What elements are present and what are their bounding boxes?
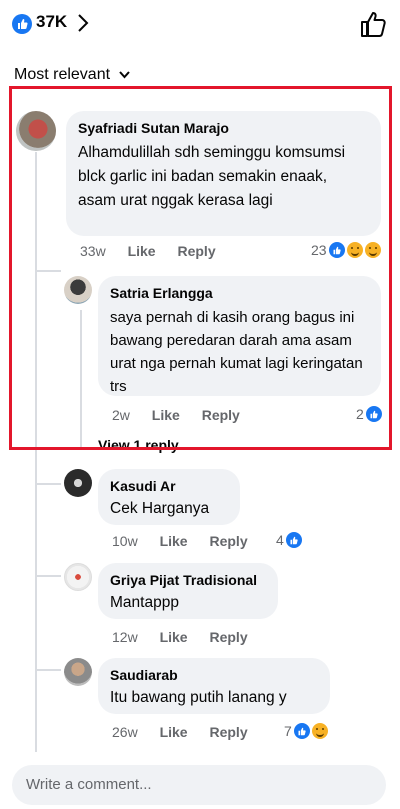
thread-line [35, 575, 61, 577]
reaction-count: 4 [276, 532, 284, 548]
avatar[interactable] [64, 469, 92, 497]
reply-button[interactable]: Reply [209, 724, 247, 740]
highlight-frame [9, 86, 392, 450]
comment-time[interactable]: 10w [112, 533, 138, 549]
comment-bubble: Griya Pijat Tradisional Mantappp [98, 563, 278, 619]
comment-text: Mantappp [110, 594, 179, 611]
avatar[interactable] [64, 563, 92, 591]
like-button[interactable]: Like [160, 724, 188, 740]
reaction-summary[interactable]: 7 [284, 723, 328, 739]
comment-text: Cek Harganya [110, 500, 210, 517]
comment-bubble: Kasudi Ar Cek Harganya [98, 469, 240, 525]
comment-author[interactable]: Kasudi Ar [110, 477, 228, 495]
sad-reaction-icon [311, 723, 328, 739]
comment-actions: 26w Like Reply [112, 724, 248, 740]
comment-actions: 10w Like Reply [112, 533, 248, 549]
like-button[interactable]: Like [160, 533, 188, 549]
comment-time[interactable]: 12w [112, 629, 138, 645]
chevron-right-icon[interactable] [77, 13, 89, 39]
like-reaction-icon [12, 14, 32, 34]
comment-time[interactable]: 26w [112, 724, 138, 740]
comment-actions: 12w Like Reply [112, 629, 248, 645]
reply-button[interactable]: Reply [209, 533, 247, 549]
thread-line [35, 669, 61, 671]
avatar[interactable] [64, 658, 92, 686]
thread-line [35, 483, 61, 485]
comment-composer[interactable]: Write a comment... [12, 765, 386, 805]
like-button[interactable]: Like [160, 629, 188, 645]
like-reaction-icon [293, 723, 310, 739]
reaction-count[interactable]: 37K [36, 12, 67, 32]
chevron-down-icon [118, 68, 130, 82]
comment-text: Itu bawang putih lanang y [110, 689, 287, 706]
sort-dropdown[interactable]: Most relevant [14, 66, 130, 84]
comment-bubble: Saudiarab Itu bawang putih lanang y [98, 658, 330, 714]
reaction-summary[interactable]: 4 [276, 532, 302, 548]
comment-author[interactable]: Griya Pijat Tradisional [110, 571, 266, 589]
sort-label: Most relevant [14, 66, 111, 83]
like-reaction-icon [285, 532, 302, 548]
comment-input-placeholder[interactable]: Write a comment... [26, 776, 152, 793]
reaction-count: 7 [284, 723, 292, 739]
comment-author[interactable]: Saudiarab [110, 666, 318, 684]
reactions-header[interactable]: 37K [0, 0, 400, 52]
thumbs-up-outline-icon[interactable] [360, 10, 386, 43]
reply-button[interactable]: Reply [209, 629, 247, 645]
